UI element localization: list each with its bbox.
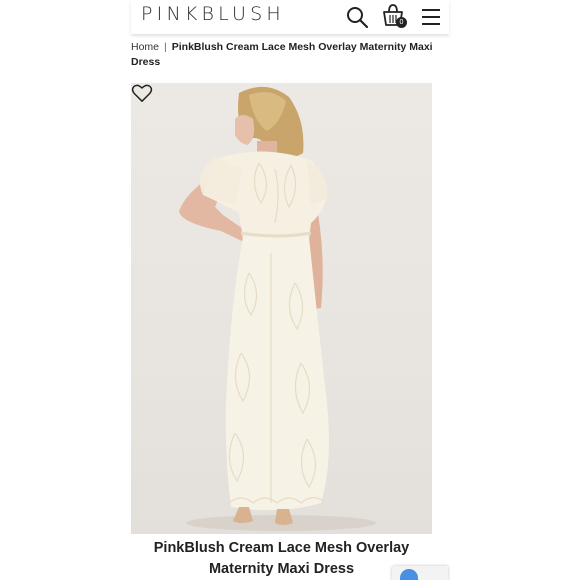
- product-title: PinkBlush Cream Lace Mesh Overlay Matern…: [153, 540, 410, 577]
- recaptcha-badge[interactable]: [392, 566, 448, 580]
- cart-count-badge: 0: [396, 17, 407, 28]
- brand-logo[interactable]: PINKBLUSH: [141, 3, 285, 25]
- product-image[interactable]: [131, 83, 432, 534]
- breadcrumb-current: PinkBlush Cream Lace Mesh Overlay Matern…: [131, 41, 433, 68]
- model-illustration: [179, 86, 376, 531]
- breadcrumb: Home | PinkBlush Cream Lace Mesh Overlay M…: [131, 40, 441, 70]
- site-header: PINKBLUSH 0: [131, 0, 449, 34]
- breadcrumb-home-link[interactable]: Home: [131, 41, 159, 53]
- recaptcha-icon: [400, 569, 418, 580]
- product-page: PINKBLUSH 0 Home | PinkBlush Cream Lace Me…: [131, 0, 449, 580]
- search-icon[interactable]: [345, 5, 369, 29]
- heart-icon[interactable]: [131, 83, 153, 103]
- breadcrumb-separator: |: [164, 41, 167, 53]
- hamburger-menu-icon[interactable]: [419, 5, 443, 29]
